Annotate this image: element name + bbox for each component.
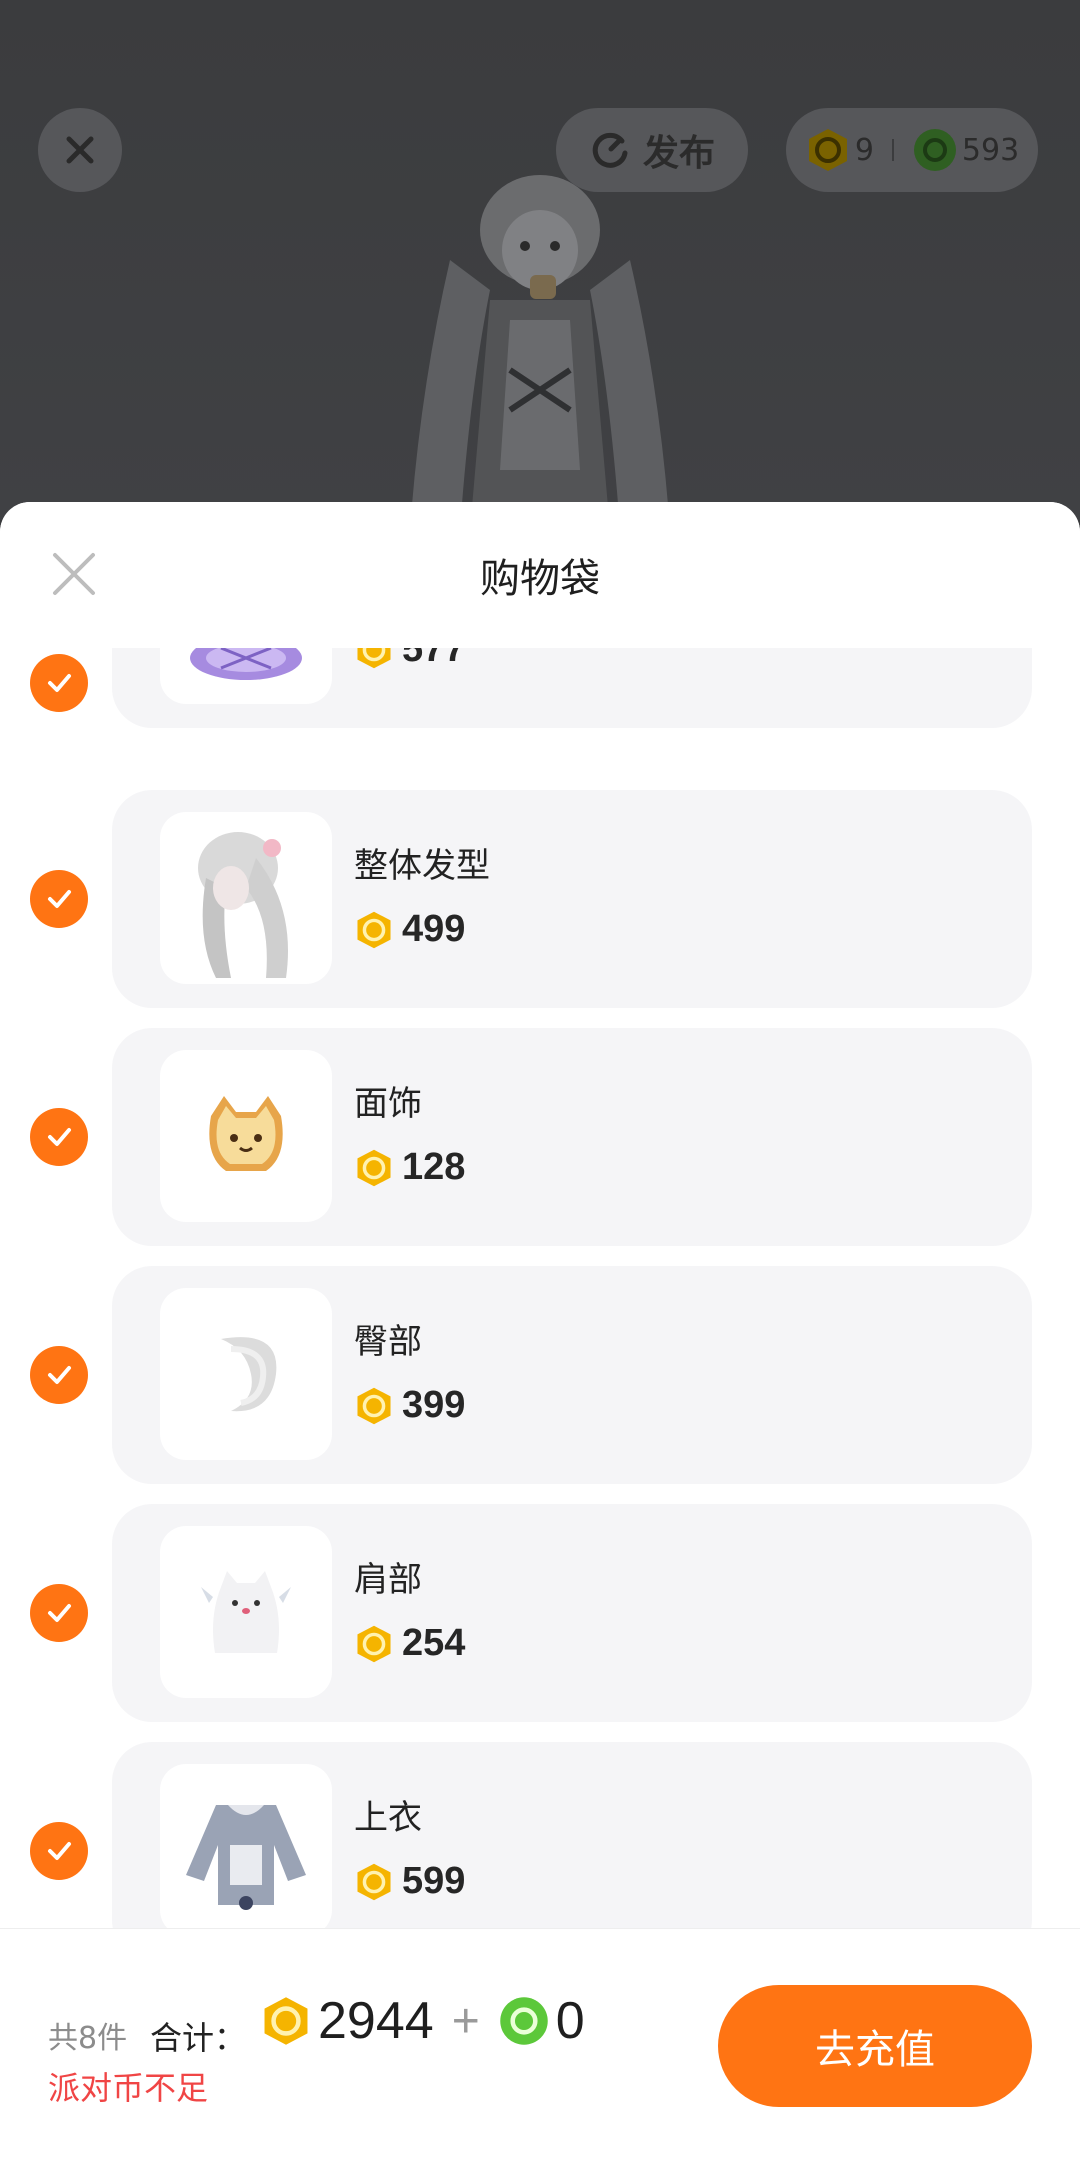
total-gold-value: 2944 xyxy=(318,1992,434,2050)
item-card[interactable]: 577 xyxy=(112,648,1032,728)
item-thumbnail xyxy=(160,1526,332,1698)
tail-image xyxy=(221,1337,277,1412)
item-thumbnail xyxy=(160,1764,332,1928)
cat-toast-image xyxy=(209,1096,283,1171)
cart-item: 面饰 128 xyxy=(0,1028,1080,1246)
gold-coin-icon xyxy=(357,911,391,948)
item-price: 599 xyxy=(354,1860,465,1903)
item-thumbnail xyxy=(160,648,332,704)
check-icon xyxy=(48,674,71,692)
balance-divider xyxy=(891,139,894,161)
cart-item: 整体发型 499 xyxy=(0,790,1080,1008)
item-card[interactable]: 整体发型 499 xyxy=(112,790,1032,1008)
cart-item: 上衣 599 xyxy=(0,1742,1080,1928)
item-price: 254 xyxy=(354,1622,465,1665)
cart-footer: 共8件 合计： 2944 + 0 派对币不足 去充值 xyxy=(0,1928,1080,2160)
item-count: 共8件 xyxy=(48,2021,128,2056)
check-icon xyxy=(48,1842,71,1860)
item-thumbnail xyxy=(160,1288,332,1460)
gold-coin-icon xyxy=(808,129,847,171)
green-coin-icon xyxy=(913,129,956,171)
ghost-cat-image xyxy=(201,1571,291,1653)
item-price: 399 xyxy=(354,1384,465,1427)
gold-coin-icon xyxy=(264,1997,308,2045)
check-icon xyxy=(48,890,71,908)
item-checkbox[interactable] xyxy=(30,870,88,928)
item-price-value: 577 xyxy=(402,648,466,670)
check-icon xyxy=(48,1604,71,1622)
cart-list[interactable]: 577 整体发型 499 面饰 128 臀部 399 肩部 254 上衣 599 xyxy=(0,648,1080,1928)
shopping-bag-sheet: 购物袋 577 整体发型 499 面饰 128 臀部 399 肩部 254 上衣… xyxy=(0,502,1080,2160)
balance-pill[interactable]: 9 593 xyxy=(786,108,1038,192)
total-green-value: 0 xyxy=(555,1992,585,2050)
total-amount: 2944 + 0 xyxy=(260,1991,585,2051)
avatar-scene: 发布 9 593 xyxy=(0,0,1080,520)
item-checkbox[interactable] xyxy=(30,1346,88,1404)
jacket-image xyxy=(186,1805,306,1910)
item-price: 577 xyxy=(354,648,465,671)
item-price-value: 599 xyxy=(402,1860,466,1902)
cart-item: 臀部 399 xyxy=(0,1266,1080,1484)
close-button[interactable] xyxy=(38,108,122,192)
refresh-publish-icon xyxy=(592,132,628,168)
gold-coin-icon xyxy=(357,1387,391,1424)
gold-coin-icon xyxy=(357,1863,391,1900)
publish-button[interactable]: 发布 xyxy=(556,108,748,192)
item-price-value: 128 xyxy=(402,1146,466,1188)
green-coin-icon xyxy=(499,1997,548,2045)
magic-circle-image xyxy=(190,648,302,680)
avatar-preview xyxy=(410,175,670,520)
gold-coin-icon xyxy=(357,1149,391,1186)
close-icon xyxy=(66,136,94,164)
plus-sign: + xyxy=(451,1994,480,2048)
gold-coin-icon xyxy=(357,648,391,668)
item-checkbox[interactable] xyxy=(30,1108,88,1166)
item-thumbnail xyxy=(160,1050,332,1222)
item-name: 肩部 xyxy=(354,1560,422,1600)
item-checkbox[interactable] xyxy=(30,654,88,712)
check-icon xyxy=(48,1366,71,1384)
item-card[interactable]: 上衣 599 xyxy=(112,1742,1032,1928)
total-label: 合计： xyxy=(150,2019,247,2057)
cart-item: 577 xyxy=(0,648,1080,728)
item-price: 499 xyxy=(354,908,465,951)
hairstyle-image xyxy=(198,832,288,978)
cart-item: 肩部 254 xyxy=(0,1504,1080,1722)
sheet-title: 购物袋 xyxy=(480,556,600,602)
item-card[interactable]: 面饰 128 xyxy=(112,1028,1032,1246)
item-name: 上衣 xyxy=(354,1798,422,1838)
item-price-value: 499 xyxy=(402,908,466,950)
item-card[interactable]: 肩部 254 xyxy=(112,1504,1032,1722)
item-price-value: 254 xyxy=(402,1622,466,1664)
item-name: 臀部 xyxy=(354,1322,422,1362)
gold-coin-icon xyxy=(357,1625,391,1662)
item-checkbox[interactable] xyxy=(30,1822,88,1880)
green-balance: 593 xyxy=(961,132,1020,168)
item-price-value: 399 xyxy=(402,1384,466,1426)
check-icon xyxy=(48,1128,71,1146)
insufficient-warning: 派对币不足 xyxy=(48,2069,209,2107)
item-card[interactable]: 臀部 399 xyxy=(112,1266,1032,1484)
publish-label: 发布 xyxy=(642,133,715,174)
item-price: 128 xyxy=(354,1146,465,1189)
gold-balance: 9 xyxy=(854,132,874,168)
item-name: 整体发型 xyxy=(354,846,490,886)
item-name: 面饰 xyxy=(354,1084,422,1124)
item-thumbnail xyxy=(160,812,332,984)
sheet-header: 购物袋 xyxy=(0,502,1080,648)
recharge-button[interactable]: 去充值 xyxy=(718,1985,1032,2107)
item-checkbox[interactable] xyxy=(30,1584,88,1642)
